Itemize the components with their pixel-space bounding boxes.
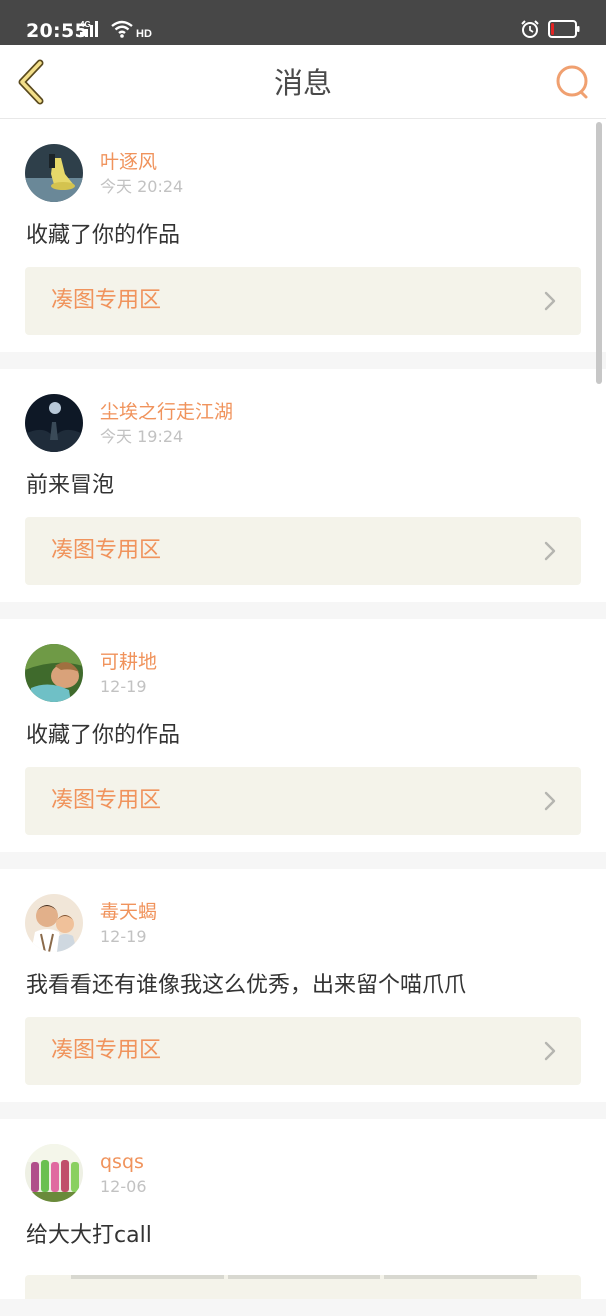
chevron-right-icon [544, 541, 556, 561]
message-text: 我看看还有谁像我这么优秀，出来留个喵爪爪 [26, 973, 467, 998]
username[interactable]: 叶逐风 [100, 150, 157, 174]
topic-link[interactable] [25, 1275, 581, 1299]
signal-icon: 4G [80, 19, 106, 43]
search-icon [556, 65, 588, 99]
topic-link[interactable]: 凑图专用区 [25, 767, 581, 835]
wifi-icon: HD [110, 19, 156, 43]
avatar[interactable] [25, 144, 83, 202]
message-card[interactable]: 可耕地 12-19 收藏了你的作品 凑图专用区 [0, 619, 606, 852]
topic-label: 凑图专用区 [51, 288, 162, 313]
timestamp: 今天 19:24 [100, 427, 184, 446]
wifi-badge: HD [136, 28, 152, 39]
battery-icon [548, 20, 580, 42]
avatar[interactable] [25, 1144, 83, 1202]
status-bar: 20:55 4G HD [0, 0, 606, 45]
message-card[interactable]: 叶逐风 今天 20:24 收藏了你的作品 凑图专用区 [0, 119, 606, 352]
network-label: 4G [80, 20, 91, 29]
page-title: 消息 [273, 66, 332, 100]
thumbnail-strip [71, 1275, 538, 1279]
message-text: 收藏了你的作品 [26, 223, 181, 248]
timestamp: 12-06 [100, 1177, 147, 1196]
topic-link[interactable]: 凑图专用区 [25, 267, 581, 335]
topic-label: 凑图专用区 [51, 788, 162, 813]
avatar[interactable] [25, 644, 83, 702]
chevron-right-icon [544, 291, 556, 311]
status-icons-right [520, 19, 580, 43]
topic-label: 凑图专用区 [51, 538, 162, 563]
timestamp: 12-19 [100, 927, 147, 946]
username[interactable]: 可耕地 [100, 650, 157, 674]
message-text: 前来冒泡 [26, 473, 115, 498]
chevron-right-icon [544, 1041, 556, 1061]
search-button[interactable] [554, 63, 592, 101]
message-list[interactable]: 叶逐风 今天 20:24 收藏了你的作品 凑图专用区 尘埃之行走江湖 今天 19… [0, 119, 606, 1316]
username[interactable]: 毒天蝎 [100, 900, 157, 924]
scrollbar[interactable] [596, 122, 602, 384]
username[interactable]: 尘埃之行走江湖 [100, 400, 233, 424]
message-card[interactable]: 毒天蝎 12-19 我看看还有谁像我这么优秀，出来留个喵爪爪 凑图专用区 [0, 869, 606, 1102]
message-card[interactable]: qsqs 12-06 给大大打call [0, 1119, 606, 1299]
username[interactable]: qsqs [100, 1150, 144, 1174]
chevron-right-icon [544, 791, 556, 811]
status-time: 20:55 [26, 20, 88, 42]
alarm-icon [520, 19, 540, 43]
message-text: 收藏了你的作品 [26, 723, 181, 748]
avatar[interactable] [25, 394, 83, 452]
message-text: 给大大打call [26, 1223, 152, 1248]
topic-link[interactable]: 凑图专用区 [25, 517, 581, 585]
topic-link[interactable]: 凑图专用区 [25, 1017, 581, 1085]
timestamp: 今天 20:24 [100, 177, 184, 196]
avatar[interactable] [25, 894, 83, 952]
message-card[interactable]: 尘埃之行走江湖 今天 19:24 前来冒泡 凑图专用区 [0, 369, 606, 602]
topic-label: 凑图专用区 [51, 1038, 162, 1063]
status-icons-left: 4G HD [80, 19, 156, 43]
timestamp: 12-19 [100, 677, 147, 696]
nav-bar: 消息 [0, 45, 606, 119]
